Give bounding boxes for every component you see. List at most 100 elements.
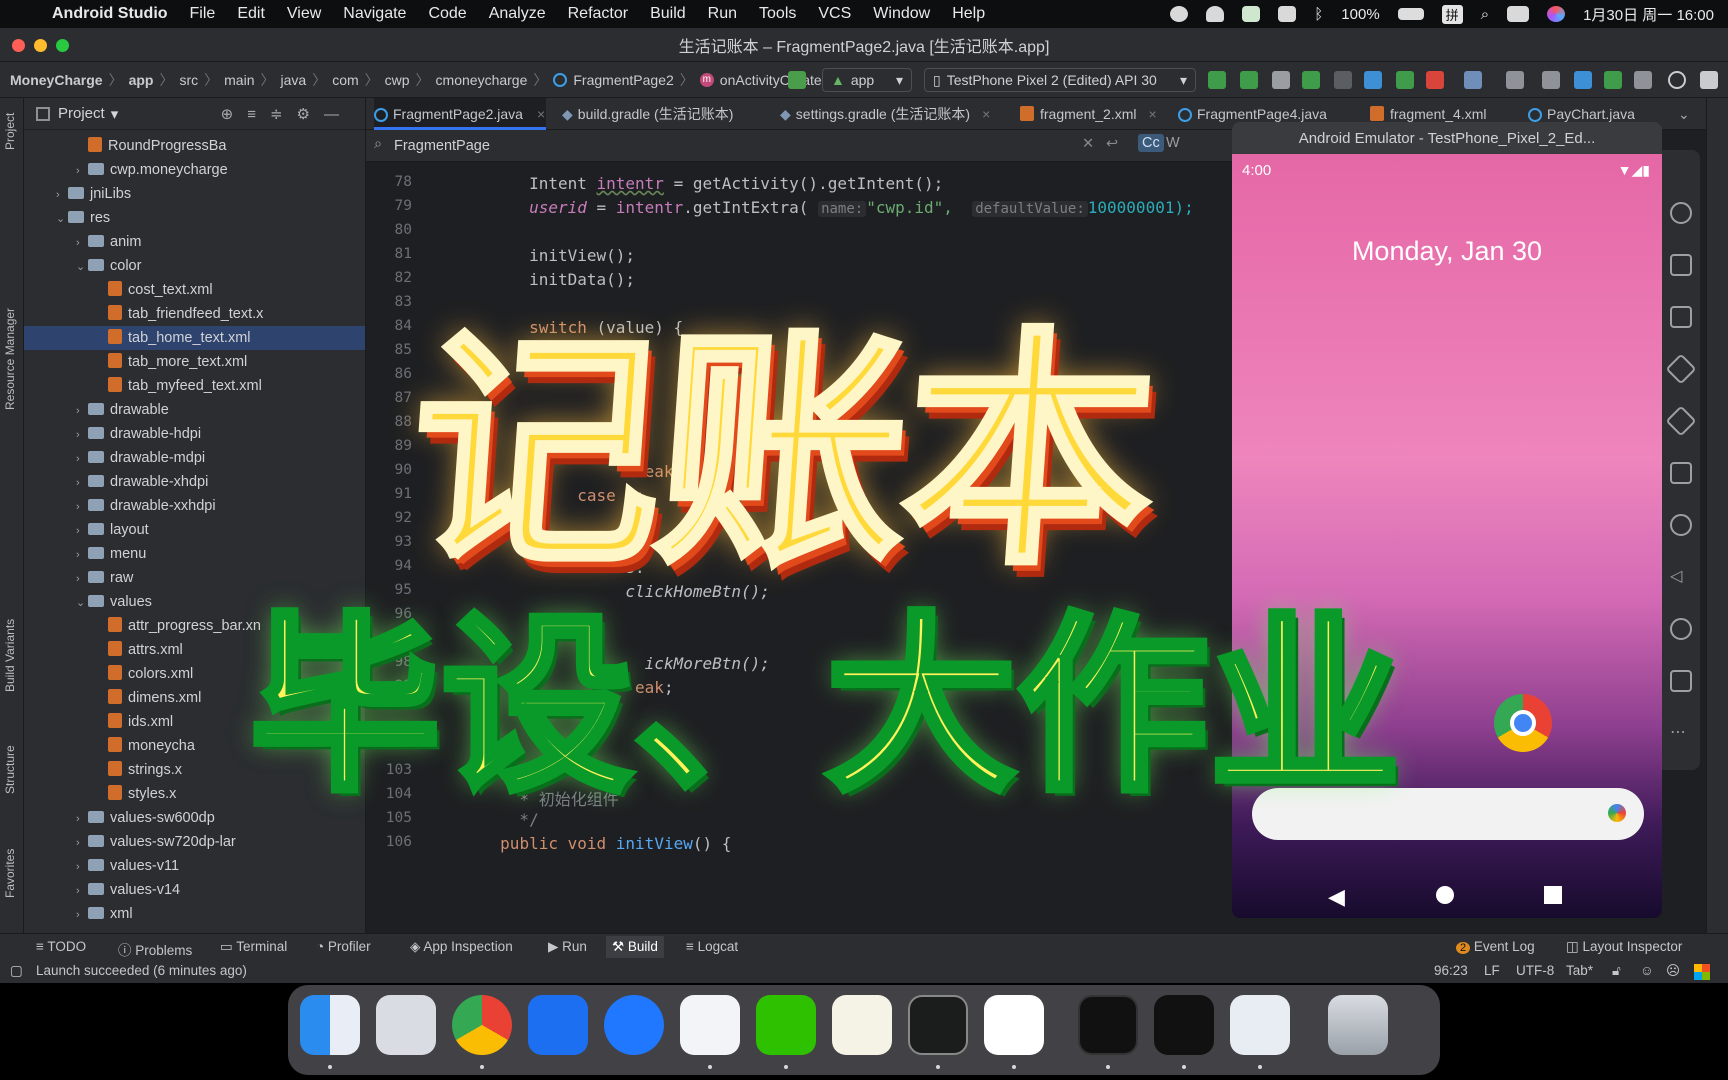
attach-debugger-icon[interactable]	[1272, 71, 1290, 89]
chevron-right-icon[interactable]: ›	[76, 519, 88, 543]
wechat-icon[interactable]	[756, 995, 816, 1055]
bluetooth-icon[interactable]: ᛒ	[1314, 6, 1323, 23]
problems-tool-button[interactable]: ⓘ Problems	[118, 939, 192, 959]
sync-gradle-icon[interactable]	[1574, 71, 1592, 89]
sdk-manager-icon[interactable]	[1634, 71, 1652, 89]
spotlight-search-icon[interactable]: ⌕	[1481, 6, 1489, 23]
rotate-left-icon[interactable]	[1665, 353, 1697, 385]
input-method-indicator[interactable]: 拼	[1441, 4, 1463, 24]
project-structure-icon[interactable]	[1464, 71, 1482, 89]
account-icon[interactable]	[1700, 71, 1718, 89]
caret-position[interactable]: 96:23	[1434, 963, 1468, 978]
control-center-icon[interactable]	[1507, 6, 1530, 22]
activity-monitor-icon[interactable]	[908, 995, 968, 1055]
wechat-icon[interactable]	[1242, 6, 1261, 22]
tree-folder[interactable]: › anim	[24, 230, 365, 255]
run-tool-button[interactable]: ▶ Run	[548, 939, 587, 955]
tool-tab-favorites[interactable]: Favorites	[3, 849, 17, 898]
breadcrumb-main[interactable]: main	[224, 72, 254, 88]
close-window-button[interactable]	[12, 39, 25, 52]
tree-folder[interactable]: › drawable-mdpi	[24, 446, 365, 471]
tree-file[interactable]: RoundProgressBa	[24, 134, 365, 158]
event-log-tool-button[interactable]: 2 Event Log	[1456, 939, 1535, 954]
chevron-down-icon[interactable]: ⌄	[76, 255, 88, 279]
profile-icon[interactable]	[1364, 71, 1382, 89]
quick-app-icon[interactable]	[1278, 6, 1297, 22]
translate-icon[interactable]	[1506, 71, 1524, 89]
breadcrumb-project[interactable]: MoneyCharge	[10, 72, 103, 88]
chevron-down-icon[interactable]: ⌄	[76, 591, 88, 615]
breadcrumb-method[interactable]: onActivityCreated	[720, 72, 830, 88]
indent-setting[interactable]: Tab*	[1566, 963, 1593, 978]
breadcrumb-com[interactable]: com	[332, 72, 358, 88]
camera-icon[interactable]	[1670, 462, 1692, 484]
feedback-happy-icon[interactable]: ☺	[1640, 963, 1654, 978]
device-manager-icon[interactable]	[1604, 71, 1622, 89]
breadcrumb-class[interactable]: FragmentPage2	[573, 72, 673, 88]
menu-view[interactable]: View	[287, 5, 321, 23]
menu-file[interactable]: File	[190, 5, 216, 23]
volume-up-icon[interactable]	[1670, 254, 1692, 276]
profiler-tool-button[interactable]: ◔ Profiler	[316, 939, 371, 954]
siri-icon[interactable]	[1547, 6, 1566, 22]
chevron-right-icon[interactable]: ›	[76, 903, 88, 927]
search-icon[interactable]	[1668, 71, 1686, 89]
terminal-tool-button[interactable]: ▭ Terminal	[220, 939, 287, 955]
menu-tools[interactable]: Tools	[759, 5, 796, 23]
todo-tool-button[interactable]: ≡ TODO	[36, 939, 86, 954]
finder-icon[interactable]	[300, 995, 360, 1055]
device-dropdown[interactable]: ▯ TestPhone Pixel 2 (Edited) API 30 ▾	[924, 68, 1196, 92]
tab-settings-gradle[interactable]: ◆ settings.gradle (生活记账本) ×	[780, 98, 990, 130]
tree-file[interactable]: tab_home_text.xml	[24, 326, 365, 350]
tab-fragmentpage2-java[interactable]: FragmentPage2.java ×	[374, 98, 546, 130]
tool-tab-project[interactable]: Project	[3, 113, 17, 150]
chevron-down-icon[interactable]: ▾	[111, 105, 119, 123]
match-case-toggle[interactable]: Cc	[1138, 134, 1164, 152]
chevron-right-icon[interactable]: ›	[76, 447, 88, 471]
tool-tab-build-variants[interactable]: Build Variants	[3, 619, 17, 692]
chevron-right-icon[interactable]: ›	[76, 495, 88, 519]
chevron-right-icon[interactable]: ›	[76, 879, 88, 903]
capcut-icon[interactable]	[1078, 995, 1138, 1055]
tree-folder[interactable]: › menu	[24, 542, 365, 567]
stop-icon[interactable]	[1426, 71, 1444, 89]
rotate-right-icon[interactable]	[1665, 405, 1697, 437]
overview-icon[interactable]	[1670, 670, 1692, 692]
status-message[interactable]: Launch succeeded (6 minutes ago)	[36, 963, 247, 978]
home-icon[interactable]	[1670, 618, 1692, 640]
build-tool-button[interactable]: ⚒ Build	[606, 936, 664, 958]
feedback-sad-icon[interactable]: ☹	[1666, 963, 1680, 979]
tree-folder[interactable]: › drawable-xxhdpi	[24, 494, 365, 519]
battery-icon[interactable]	[1397, 8, 1424, 20]
coverage-icon[interactable]	[1334, 71, 1352, 89]
chevron-right-icon[interactable]: ›	[76, 543, 88, 567]
menu-help[interactable]: Help	[952, 5, 985, 23]
power-icon[interactable]	[1670, 202, 1692, 224]
more-options-icon[interactable]: ⋯	[1670, 722, 1692, 744]
nav-home-icon[interactable]	[1436, 886, 1454, 904]
tree-folder[interactable]: › xml	[24, 902, 365, 927]
minimize-window-button[interactable]	[34, 39, 47, 52]
maps-pin-icon[interactable]	[604, 995, 664, 1055]
status-toggle-icon[interactable]: ▢	[10, 963, 23, 979]
breadcrumb-module[interactable]: app	[129, 72, 154, 88]
tree-file[interactable]: cost_text.xml	[24, 278, 365, 302]
chevron-right-icon[interactable]: ›	[76, 231, 88, 255]
bug-icon[interactable]	[1396, 71, 1414, 89]
emulator-title[interactable]: Android Emulator - TestPhone_Pixel_2_Ed.…	[1232, 122, 1662, 154]
line-separator[interactable]: LF	[1484, 963, 1500, 978]
project-panel-actions[interactable]: ⊕≡≑⚙—	[221, 105, 353, 123]
apply-changes-icon[interactable]	[1240, 71, 1258, 89]
logcat-tool-button[interactable]: ≡ Logcat	[686, 939, 738, 954]
menu-analyze[interactable]: Analyze	[489, 5, 546, 23]
menu-edit[interactable]: Edit	[237, 5, 265, 23]
chevron-right-icon[interactable]: ›	[76, 807, 88, 831]
chevron-right-icon[interactable]: ›	[76, 423, 88, 447]
hammer-build-icon[interactable]	[788, 71, 806, 89]
layout-inspector-tool-button[interactable]: ◫ Layout Inspector	[1566, 939, 1682, 955]
tab-fragment-2-xml[interactable]: fragment_2.xml ×	[1020, 98, 1157, 130]
utility-app-icon[interactable]	[1230, 995, 1290, 1055]
breadcrumb-src[interactable]: src	[179, 72, 198, 88]
tool-tab-resource-manager[interactable]: Resource Manager	[3, 308, 17, 410]
debug-icon[interactable]	[1302, 71, 1320, 89]
